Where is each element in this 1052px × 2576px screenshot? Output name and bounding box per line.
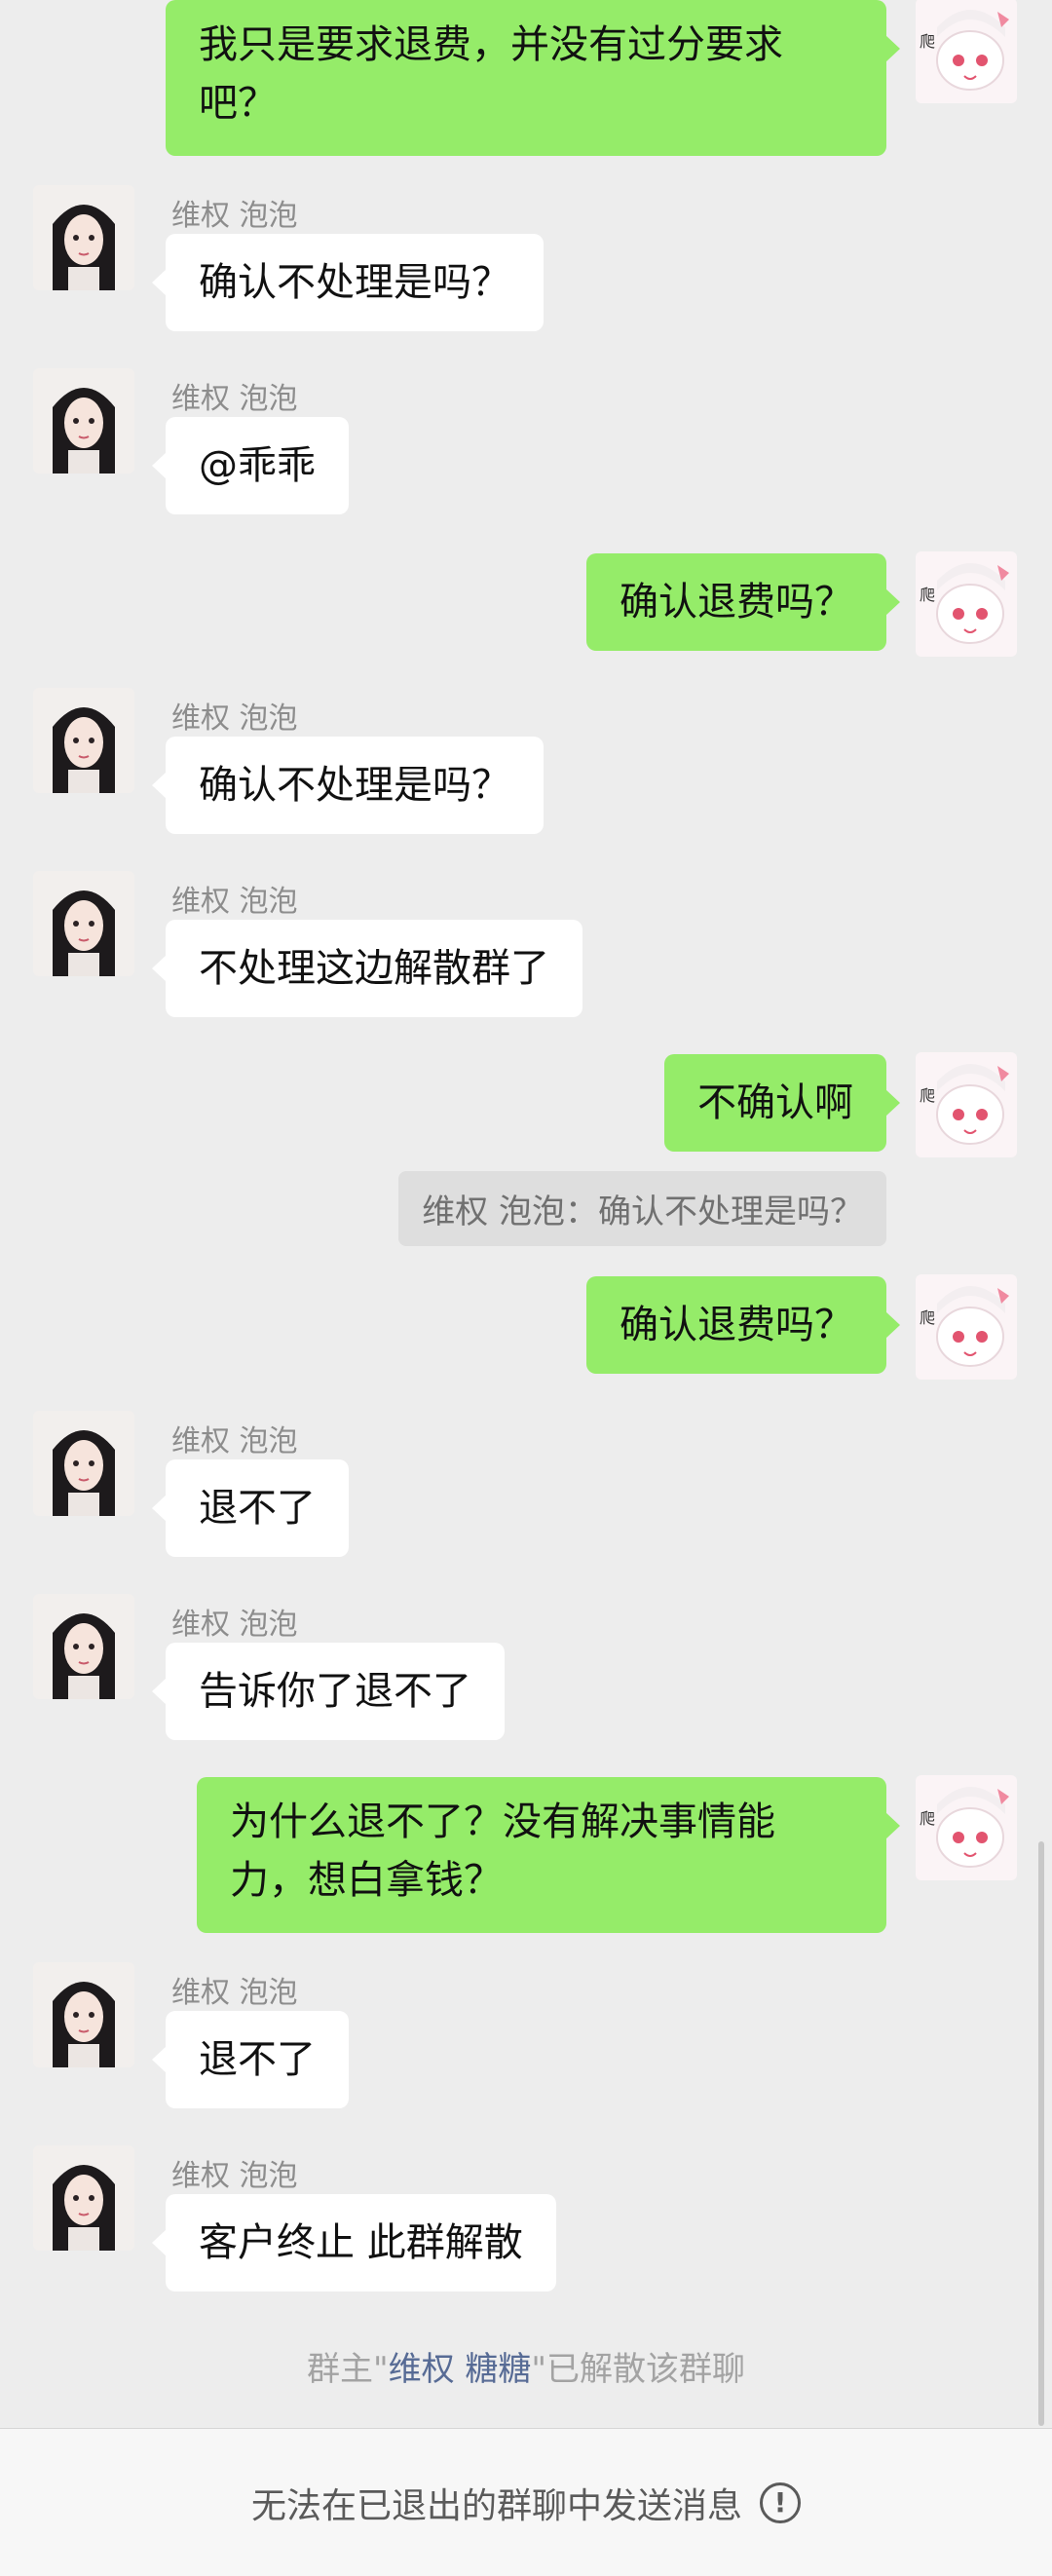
anime-girl-avatar-icon: 爬: [916, 1274, 1017, 1380]
quoted-message[interactable]: 维权 泡泡：确认不处理是吗？: [398, 1171, 886, 1246]
user-avatar[interactable]: 爬: [916, 1052, 1017, 1157]
sender-name: 维权 泡泡: [171, 1976, 298, 2010]
girl-portrait-avatar-icon: [33, 368, 134, 474]
contact-avatar[interactable]: [33, 185, 134, 290]
contact-avatar[interactable]: [33, 1594, 134, 1699]
girl-portrait-avatar-icon: [33, 688, 134, 793]
svg-text:爬: 爬: [920, 1809, 935, 1828]
message-bubble-outgoing[interactable]: 确认退费吗？: [586, 1276, 900, 1374]
system-notice: 群主"维权 糖糖"已解散该群聊: [0, 2342, 1052, 2390]
user-avatar[interactable]: 爬: [916, 551, 1017, 657]
message-bubble-incoming[interactable]: 不处理这边解散群了: [152, 920, 582, 1017]
message-bubble-incoming[interactable]: 退不了: [152, 2011, 349, 2108]
girl-portrait-avatar-icon: [33, 1411, 134, 1516]
message-bubble-incoming[interactable]: 客户终止 此群解散: [152, 2194, 556, 2292]
svg-text:爬: 爬: [920, 1308, 935, 1327]
scrollbar[interactable]: [1038, 1841, 1044, 2426]
message-bubble-incoming[interactable]: 确认不处理是吗？: [152, 234, 544, 331]
system-notice-suffix: "已解散该群聊: [531, 2350, 746, 2389]
system-notice-prefix: 群主": [306, 2350, 389, 2389]
contact-avatar[interactable]: [33, 871, 134, 976]
footer-bar: 无法在已退出的群聊中发送消息 !: [0, 2428, 1052, 2576]
svg-text:爬: 爬: [920, 586, 935, 604]
anime-girl-avatar-icon: 爬: [916, 1052, 1017, 1157]
message-bubble-outgoing[interactable]: 为什么退不了？没有解决事情能 力，想白拿钱？: [197, 1777, 900, 1933]
girl-portrait-avatar-icon: [33, 871, 134, 976]
sender-name: 维权 泡泡: [171, 382, 298, 416]
sender-name: 维权 泡泡: [171, 885, 298, 919]
girl-portrait-avatar-icon: [33, 2145, 134, 2251]
message-bubble-incoming[interactable]: 确认不处理是吗？: [152, 737, 544, 834]
anime-girl-avatar-icon: 爬: [916, 0, 1017, 103]
anime-girl-avatar-icon: 爬: [916, 1775, 1017, 1880]
user-avatar[interactable]: 爬: [916, 1274, 1017, 1380]
info-icon[interactable]: !: [760, 2482, 801, 2523]
sender-name: 维权 泡泡: [171, 199, 298, 233]
sender-name: 维权 泡泡: [171, 1424, 298, 1458]
contact-avatar[interactable]: [33, 688, 134, 793]
message-bubble-outgoing[interactable]: 不确认啊: [664, 1054, 900, 1152]
message-bubble-incoming[interactable]: 退不了: [152, 1459, 349, 1557]
chat-view[interactable]: 我只是要求退费，并没有过分要求 吧？ 爬 维权 泡泡 确认不处理是吗？ 维权 泡…: [0, 0, 1052, 2576]
svg-text:爬: 爬: [920, 32, 935, 51]
message-bubble-outgoing[interactable]: 确认退费吗？: [586, 553, 900, 651]
anime-girl-avatar-icon: 爬: [916, 551, 1017, 657]
contact-avatar[interactable]: [33, 1962, 134, 2067]
girl-portrait-avatar-icon: [33, 1962, 134, 2067]
girl-portrait-avatar-icon: [33, 185, 134, 290]
message-bubble-outgoing[interactable]: 我只是要求退费，并没有过分要求 吧？: [166, 0, 900, 156]
sender-name: 维权 泡泡: [171, 1608, 298, 1642]
girl-portrait-avatar-icon: [33, 1594, 134, 1699]
message-bubble-incoming[interactable]: @乖乖: [152, 417, 349, 514]
contact-avatar[interactable]: [33, 2145, 134, 2251]
user-avatar[interactable]: 爬: [916, 1775, 1017, 1880]
footer-message: 无法在已退出的群聊中发送消息: [250, 2486, 742, 2526]
message-bubble-incoming[interactable]: 告诉你了退不了: [152, 1643, 505, 1740]
svg-text:爬: 爬: [920, 1086, 935, 1105]
sender-name: 维权 泡泡: [171, 2159, 298, 2193]
contact-avatar[interactable]: [33, 368, 134, 474]
group-owner-link[interactable]: 维权 糖糖: [389, 2350, 532, 2389]
user-avatar[interactable]: 爬: [916, 0, 1017, 103]
sender-name: 维权 泡泡: [171, 701, 298, 736]
contact-avatar[interactable]: [33, 1411, 134, 1516]
